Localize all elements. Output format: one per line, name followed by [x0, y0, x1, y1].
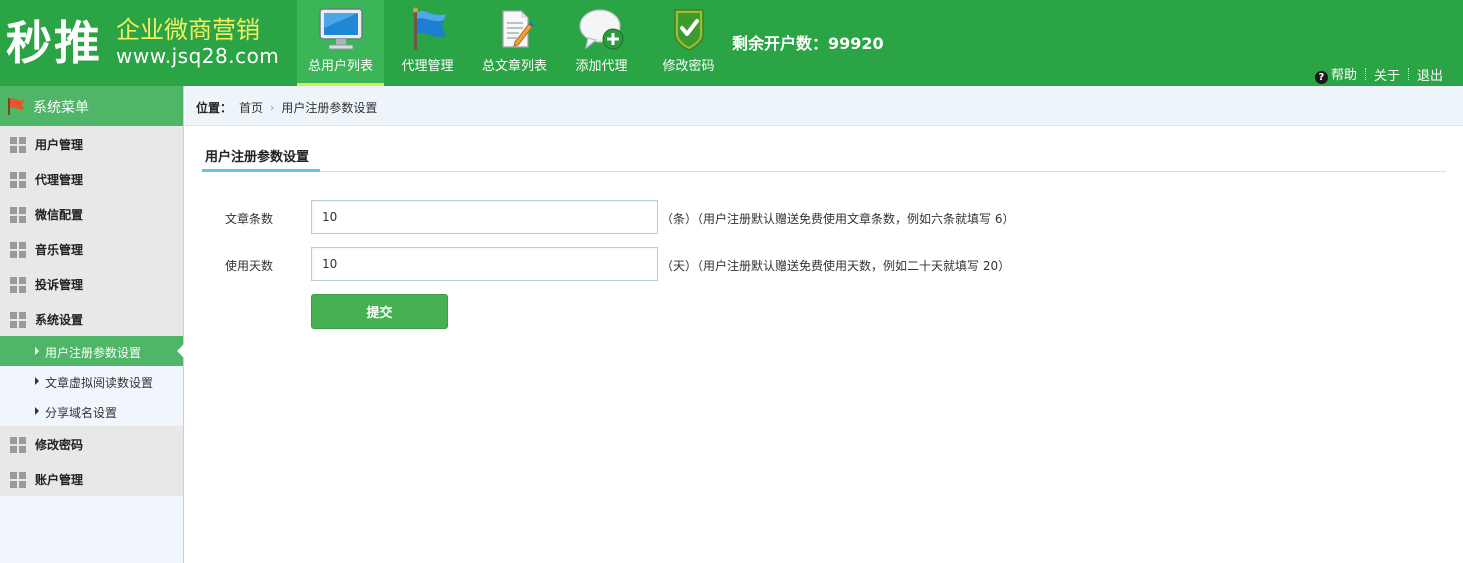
sidebar-item-label: 投诉管理: [35, 278, 84, 292]
panel-tab-bar: 用户注册参数设置: [202, 137, 1446, 172]
use-days-hint: （天）（用户注册默认赠送免费使用天数，例如二十天就填写 20）: [661, 259, 1011, 273]
grid-icon: [10, 277, 26, 293]
sidebar-item-label: 音乐管理: [35, 243, 84, 257]
grid-icon: [10, 437, 26, 453]
nav-label: 总文章列表: [481, 59, 547, 74]
monitor-icon: [318, 8, 363, 50]
sidebar-item-account-manage[interactable]: 账户管理: [0, 461, 183, 496]
nav-item-user-list[interactable]: 总用户列表: [297, 0, 384, 86]
sidebar-item-label: 代理管理: [35, 173, 84, 187]
nav-item-agent-manage[interactable]: 代理管理: [384, 0, 471, 86]
help-icon: ?: [1314, 71, 1328, 84]
sidebar-item-label: 用户管理: [35, 138, 84, 152]
caret-right-icon: [35, 347, 39, 355]
sidebar-sub-list: 用户注册参数设置 文章虚拟阅读数设置 分享域名设置: [0, 336, 184, 426]
article-count-label: 文章条数: [225, 212, 274, 226]
logo-url-text: www.jsq28.com: [116, 44, 280, 68]
flag-icon: [8, 98, 24, 115]
grid-icon: [10, 172, 26, 188]
top-links: ? 帮助 关于 退出: [1314, 64, 1443, 84]
breadcrumb: 位置： 首页 › 用户注册参数设置: [185, 86, 1463, 126]
sidebar-item-label: 微信配置: [35, 208, 84, 222]
sidebar-item-label: 修改密码: [35, 438, 84, 452]
grid-icon: [10, 472, 26, 488]
sidebar-item-user-manage[interactable]: 用户管理: [0, 126, 183, 161]
sidebar-subitem-label: 文章虚拟阅读数设置: [45, 376, 154, 390]
document-pen-icon: [501, 10, 534, 48]
sidebar-item-music-manage[interactable]: 音乐管理: [0, 231, 183, 266]
top-header: 秒推 企业微商营销 www.jsq28.com 总用户列表 代理管理 总文章列表…: [0, 0, 1463, 86]
about-link[interactable]: 关于: [1374, 65, 1400, 84]
tab-register-params[interactable]: 用户注册参数设置: [202, 137, 320, 172]
breadcrumb-home-link[interactable]: 首页: [239, 99, 263, 116]
sidebar-subitem-virtual-reads[interactable]: 文章虚拟阅读数设置: [0, 366, 183, 396]
top-nav: 总用户列表 代理管理 总文章列表 添加代理 修改密码: [297, 0, 732, 86]
nav-item-change-password[interactable]: 修改密码: [645, 0, 732, 86]
chevron-right-icon: ›: [270, 101, 275, 114]
breadcrumb-position-label: 位置：: [196, 101, 233, 115]
shield-check-icon: [673, 9, 704, 51]
grid-icon: [10, 312, 26, 328]
grid-icon: [10, 207, 26, 223]
caret-right-icon: [35, 407, 39, 415]
sidebar-item-change-password[interactable]: 修改密码: [0, 426, 183, 461]
divider: [1407, 68, 1409, 80]
use-days-label: 使用天数: [225, 259, 274, 273]
remaining-label: 剩余开户数：: [732, 34, 829, 53]
remaining-value: 99920: [828, 34, 884, 53]
sidebar: 系统菜单 用户管理 代理管理 微信配置 音乐管理 投诉管理 系统设置 用户注册参…: [0, 86, 184, 563]
nav-label: 总用户列表: [307, 59, 373, 74]
sidebar-subitem-register-params[interactable]: 用户注册参数设置: [0, 336, 184, 366]
breadcrumb-trail: 首页 › 用户注册参数设置: [239, 99, 377, 116]
sidebar-item-system-settings[interactable]: 系统设置: [0, 301, 183, 336]
sidebar-item-complaint-manage[interactable]: 投诉管理: [0, 266, 183, 301]
help-label: 帮助: [1330, 68, 1357, 83]
use-days-input[interactable]: [311, 247, 658, 281]
logo-sub-text: 企业微商营销: [116, 16, 260, 44]
nav-label: 代理管理: [401, 59, 454, 74]
nav-item-add-agent[interactable]: 添加代理: [558, 0, 645, 86]
nav-label: 修改密码: [662, 59, 715, 74]
article-count-input[interactable]: [311, 200, 658, 234]
article-count-hint: （条）（用户注册默认赠送免费使用文章条数，例如六条就填写 6）: [661, 212, 1015, 226]
logo-main-text: 秒推: [6, 16, 102, 70]
sidebar-title-text: 系统菜单: [33, 100, 89, 116]
remaining-accounts: 剩余开户数：99920: [732, 30, 884, 54]
help-link[interactable]: ? 帮助: [1314, 64, 1357, 84]
logout-link[interactable]: 退出: [1417, 65, 1443, 84]
flag-icon: [412, 7, 446, 50]
caret-right-icon: [35, 377, 39, 385]
sidebar-item-label: 账户管理: [35, 473, 84, 487]
nav-item-article-list[interactable]: 总文章列表: [471, 0, 558, 86]
sidebar-title: 系统菜单: [0, 86, 183, 126]
grid-icon: [10, 242, 26, 258]
sidebar-subitem-label: 用户注册参数设置: [45, 346, 142, 360]
sidebar-subitem-label: 分享域名设置: [45, 406, 118, 420]
sidebar-item-wechat-config[interactable]: 微信配置: [0, 196, 183, 231]
nav-label: 添加代理: [575, 59, 628, 74]
divider: [1364, 68, 1366, 80]
submit-button[interactable]: 提交: [311, 294, 448, 329]
sidebar-item-label: 系统设置: [35, 313, 84, 327]
grid-icon: [10, 137, 26, 153]
sidebar-subitem-share-domain[interactable]: 分享域名设置: [0, 396, 183, 426]
breadcrumb-current: 用户注册参数设置: [281, 101, 378, 115]
tab-title: 用户注册参数设置: [205, 150, 310, 165]
chat-add-icon: [578, 9, 623, 50]
sidebar-item-agent-manage[interactable]: 代理管理: [0, 161, 183, 196]
